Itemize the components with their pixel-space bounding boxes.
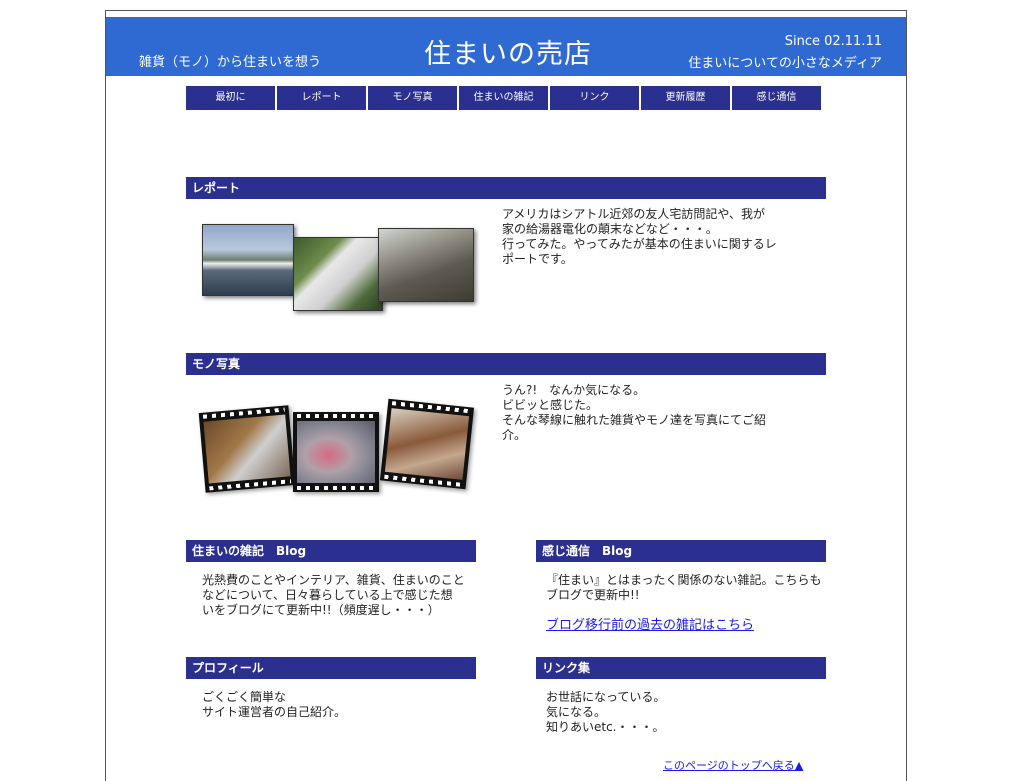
notes-blog-description: 光熱費のことやインテリア、雑貨、住まいのこと などについて、日々暮らしている上で… xyxy=(202,573,472,618)
mono-text-line3: そんな琴線に触れた雑貨やモノ達を写真にてご紹 xyxy=(502,413,767,427)
page-frame: 雑貨（モノ）から住まいを想う 住まいの売店 Since 02.11.11 住まい… xyxy=(105,10,907,781)
links-text-line3: 知りあいetc.・・・。 xyxy=(546,720,665,734)
report-description: アメリカはシアトル近郊の友人宅訪問記や、我が 家の給湯器電化の顛末などなど・・・… xyxy=(502,207,802,267)
nav-item-report[interactable]: レポート xyxy=(277,86,366,110)
mono-text-line2: ビビッと感じた。 xyxy=(502,398,599,412)
links-heading[interactable]: リンク集 xyxy=(536,657,826,679)
past-notes-link[interactable]: ブログ移行前の過去の雑記はこちら xyxy=(546,618,754,633)
kanji-blog-description: 『住まい』とはまったく関係のない雑記。こちらも ブログで更新中!! xyxy=(546,573,826,603)
main-nav: 最初に レポート モノ写真 住まいの雑記 リンク 更新履歴 感じ通信 xyxy=(186,86,823,110)
profile-text-line2: サイト運営者の自己紹介。 xyxy=(202,705,347,719)
profile-heading[interactable]: プロフィール xyxy=(186,657,476,679)
notes-text-line3: いをブログにて更新中!!（頻度遅し・・・） xyxy=(202,603,440,617)
nav-item-notes[interactable]: 住まいの雑記 xyxy=(459,86,548,110)
kanji-blog-heading[interactable]: 感じ通信 Blog xyxy=(536,540,826,562)
profile-description: ごくごく簡単な サイト運営者の自己紹介。 xyxy=(202,690,472,720)
profile-text-line1: ごくごく簡単な xyxy=(202,690,287,704)
kanji-text-line2: ブログで更新中!! xyxy=(546,588,640,602)
notes-text-line2: などについて、日々暮らしている上で感じた想 xyxy=(202,588,453,602)
notes-blog-heading[interactable]: 住まいの雑記 Blog xyxy=(186,540,476,562)
header-tagline-left: 雑貨（モノ）から住まいを想う xyxy=(139,55,322,70)
report-heading[interactable]: レポート xyxy=(186,177,826,199)
film-photo-chair xyxy=(379,398,475,490)
links-description: お世話になっている。 気になる。 知りあいetc.・・・。 xyxy=(546,690,826,735)
photo-living-room xyxy=(378,228,474,302)
back-to-top-link[interactable]: このページのトップへ戻る▲ xyxy=(663,758,803,773)
site-header: 雑貨（モノ）から住まいを想う 住まいの売店 Since 02.11.11 住まい… xyxy=(106,17,906,76)
since-date: Since 02.11.11 xyxy=(784,34,882,49)
nav-item-intro[interactable]: 最初に xyxy=(186,86,275,110)
mono-heading[interactable]: モノ写真 xyxy=(186,353,826,375)
nav-item-history[interactable]: 更新履歴 xyxy=(641,86,730,110)
report-text-line4: ポートです。 xyxy=(502,252,573,266)
kanji-text-line1: 『住まい』とはまったく関係のない雑記。こちらも xyxy=(546,573,822,587)
header-tagline-right: 住まいについての小さなメディア xyxy=(688,56,882,71)
mono-description: うん?! なんか気になる。 ビビッと感じた。 そんな琴線に触れた雑貨やモノ達を写… xyxy=(502,383,802,443)
report-text-line3: 行ってみた。やってみたが基本の住まいに関するレ xyxy=(502,237,777,251)
report-text-line1: アメリカはシアトル近郊の友人宅訪問記や、我が xyxy=(502,207,766,221)
mono-text-line4: 介。 xyxy=(502,428,527,442)
mono-text-line1: うん?! なんか気になる。 xyxy=(502,383,646,397)
links-text-line1: お世話になっている。 xyxy=(546,690,666,704)
photo-seattle-harbor xyxy=(202,224,294,296)
report-text-line2: 家の給湯器電化の顛末などなど・・・。 xyxy=(502,222,718,236)
film-photo-elephant xyxy=(293,412,379,492)
notes-text-line1: 光熱費のことやインテリア、雑貨、住まいのこと xyxy=(202,573,465,587)
nav-item-kanji[interactable]: 感じ通信 xyxy=(732,86,821,110)
links-text-line2: 気になる。 xyxy=(546,705,607,719)
nav-item-links[interactable]: リンク xyxy=(550,86,639,110)
film-photo-wood xyxy=(198,405,296,493)
nav-item-mono-photo[interactable]: モノ写真 xyxy=(368,86,457,110)
site-title[interactable]: 住まいの売店 xyxy=(424,32,592,71)
photo-water-heater xyxy=(293,237,383,311)
